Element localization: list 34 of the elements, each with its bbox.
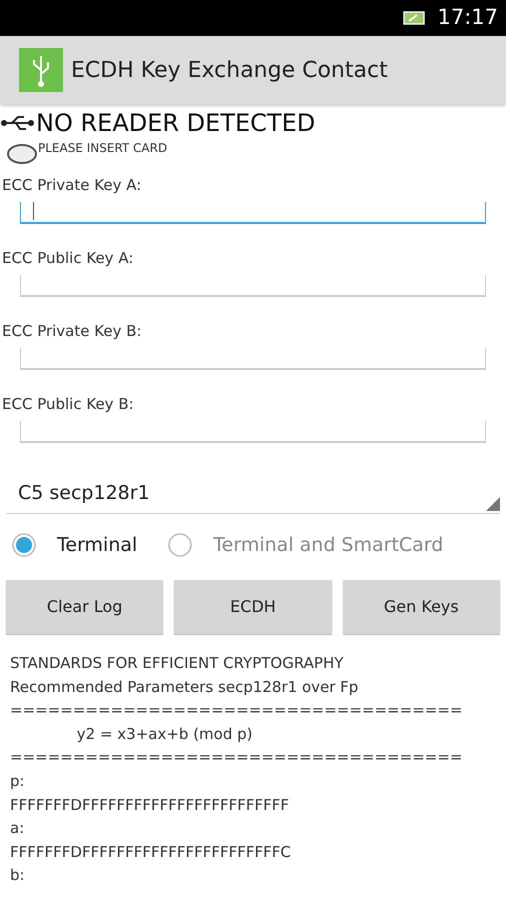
field-label: ECC Public Key B:: [1, 394, 135, 415]
action-button[interactable]: Gen Keys: [342, 580, 500, 634]
log-line: ====================================: [10, 747, 464, 768]
clock: 17:17: [437, 4, 498, 32]
radio-label: Terminal: [57, 532, 138, 558]
log-line: a:: [10, 818, 26, 840]
input-field[interactable]: [20, 348, 486, 370]
input-field[interactable]: [20, 421, 486, 443]
usb-icon: [0, 113, 36, 133]
usb-icon: [19, 48, 63, 92]
input-field[interactable]: [20, 275, 486, 297]
action-button[interactable]: ECDH: [174, 580, 332, 634]
log-line: STANDARDS FOR EFFICIENT CRYPTOGRAPHY: [10, 653, 344, 674]
curve-dropdown[interactable]: C5 secp128r1: [6, 474, 500, 514]
log-line: FFFFFFFDFFFFFFFFFFFFFFFFFFFFFFFC: [10, 842, 292, 863]
log-line: FFFFFFFDFFFFFFFFFFFFFFFFFFFFFFFF: [10, 794, 290, 816]
radio-label: Terminal and SmartCard: [213, 532, 444, 558]
action-button[interactable]: Clear Log: [6, 580, 164, 634]
radio-option[interactable]: Terminal: [11, 530, 138, 560]
app-title: ECDH Key Exchange Contact: [71, 56, 388, 84]
battery-icon: [403, 11, 426, 25]
reader-status: NO READER DETECTED: [36, 108, 316, 138]
field-label: ECC Private Key A:: [1, 175, 142, 196]
dropdown-corner-icon: [486, 497, 500, 511]
log-line: y2 = x3+ax+b (mod p): [76, 724, 254, 745]
reader-hint: PLEASE INSERT CARD: [38, 140, 168, 157]
input-field[interactable]: [20, 202, 486, 224]
radio-option[interactable]: Terminal and SmartCard: [167, 530, 444, 560]
field-label: ECC Public Key A:: [1, 248, 134, 269]
log-line: b:: [10, 865, 26, 886]
field-label: ECC Private Key B:: [1, 321, 143, 342]
log-line: Recommended Parameters secp128r1 over Fp: [10, 676, 360, 698]
log-line: ====================================: [10, 700, 464, 722]
log-line: p:: [10, 770, 26, 792]
